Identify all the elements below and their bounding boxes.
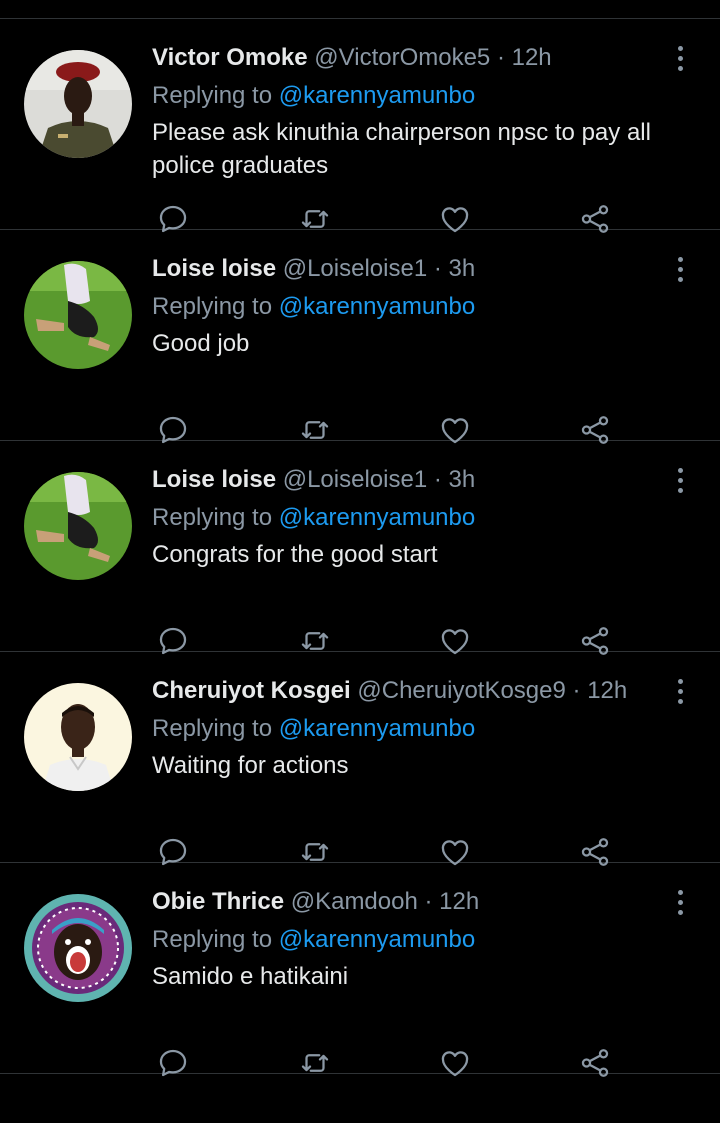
author-handle[interactable]: @Loiseloise1 <box>283 466 427 493</box>
author-handle[interactable]: @Loiseloise1 <box>283 255 427 282</box>
timestamp[interactable]: 3h <box>449 255 476 282</box>
reply-header: Cheruiyot Kosgei @CheruiyotKosge9 · 12h <box>152 676 672 706</box>
reply-item[interactable]: Loise loise @Loiseloise1 · 3h Replying t… <box>0 230 720 444</box>
reply-item[interactable]: Loise loise @Loiseloise1 · 3h Replying t… <box>0 441 720 655</box>
mention-link[interactable]: @karennyamunbo <box>279 82 475 109</box>
mention-link[interactable]: @karennyamunbo <box>279 293 475 320</box>
more-vertical-icon[interactable] <box>668 676 692 706</box>
reply-text: Congrats for the good start <box>152 541 438 568</box>
reply-button[interactable] <box>153 1043 193 1083</box>
author-name[interactable]: Loise loise <box>152 466 276 493</box>
separator: · <box>427 255 449 282</box>
avatar-image <box>24 472 132 580</box>
reply-item[interactable]: Cheruiyot Kosgei @CheruiyotKosge9 · 12h … <box>0 652 720 866</box>
avatar-image <box>24 261 132 369</box>
replying-to: Replying to @karennyamunbo <box>152 503 672 533</box>
reply-text: Please ask kinuthia chairperson npsc to … <box>152 119 651 179</box>
reply-header: Victor Omoke @VictorOmoke5 · 12h <box>152 43 672 73</box>
replying-prefix: Replying to <box>152 82 279 109</box>
replying-to: Replying to @karennyamunbo <box>152 81 672 111</box>
share-button[interactable] <box>575 1043 615 1083</box>
more-vertical-icon[interactable] <box>668 254 692 284</box>
author-handle[interactable]: @CheruiyotKosge9 <box>357 677 565 704</box>
replying-to: Replying to @karennyamunbo <box>152 714 672 744</box>
avatar[interactable] <box>24 683 132 791</box>
avatar[interactable] <box>24 50 132 158</box>
author-name[interactable]: Cheruiyot Kosgei <box>152 677 351 704</box>
retweet-button[interactable] <box>295 1043 335 1083</box>
reply-bubble-icon <box>159 1049 187 1077</box>
action-bar <box>152 1043 672 1083</box>
avatar[interactable] <box>24 472 132 580</box>
reply-item[interactable]: Victor Omoke @VictorOmoke5 · 12h Replyin… <box>0 19 720 233</box>
reply-text: Waiting for actions <box>152 752 349 779</box>
separator: · <box>490 44 512 71</box>
author-name[interactable]: Victor Omoke <box>152 44 308 71</box>
like-button[interactable] <box>435 1043 475 1083</box>
timestamp[interactable]: 12h <box>587 677 627 704</box>
author-handle[interactable]: @VictorOmoke5 <box>314 44 490 71</box>
timestamp[interactable]: 12h <box>439 888 479 915</box>
reply-header: Obie Thrice @Kamdooh · 12h <box>152 887 672 917</box>
mention-link[interactable]: @karennyamunbo <box>279 715 475 742</box>
more-vertical-icon[interactable] <box>668 887 692 917</box>
reply-text: Good job <box>152 330 250 357</box>
replying-prefix: Replying to <box>152 715 279 742</box>
replying-to: Replying to @karennyamunbo <box>152 925 672 955</box>
avatar[interactable] <box>24 261 132 369</box>
avatar-image <box>24 50 132 158</box>
avatar[interactable] <box>24 894 132 1002</box>
replies-feed: Victor Omoke @VictorOmoke5 · 12h Replyin… <box>0 19 720 1077</box>
reply-header: Loise loise @Loiseloise1 · 3h <box>152 254 672 284</box>
reply-header: Loise loise @Loiseloise1 · 3h <box>152 465 672 495</box>
avatar-image <box>24 894 132 1002</box>
more-vertical-icon[interactable] <box>668 465 692 495</box>
replying-prefix: Replying to <box>152 504 279 531</box>
separator: · <box>427 466 449 493</box>
replying-prefix: Replying to <box>152 293 279 320</box>
author-name[interactable]: Obie Thrice <box>152 888 284 915</box>
replying-prefix: Replying to <box>152 926 279 953</box>
author-handle[interactable]: @Kamdooh <box>291 888 418 915</box>
timestamp[interactable]: 3h <box>449 466 476 493</box>
reply-text: Samido e hatikaini <box>152 963 349 990</box>
share-icon <box>581 1049 609 1077</box>
avatar-image <box>24 683 132 791</box>
author-name[interactable]: Loise loise <box>152 255 276 282</box>
retweet-icon <box>301 1054 329 1072</box>
heart-icon <box>441 1051 469 1077</box>
reply-item[interactable]: Obie Thrice @Kamdooh · 12h Replying to @… <box>0 863 720 1077</box>
mention-link[interactable]: @karennyamunbo <box>279 504 475 531</box>
timestamp[interactable]: 12h <box>512 44 552 71</box>
more-vertical-icon[interactable] <box>668 43 692 73</box>
mention-link[interactable]: @karennyamunbo <box>279 926 475 953</box>
replying-to: Replying to @karennyamunbo <box>152 292 672 322</box>
separator: · <box>565 677 588 704</box>
separator: · <box>417 888 440 915</box>
